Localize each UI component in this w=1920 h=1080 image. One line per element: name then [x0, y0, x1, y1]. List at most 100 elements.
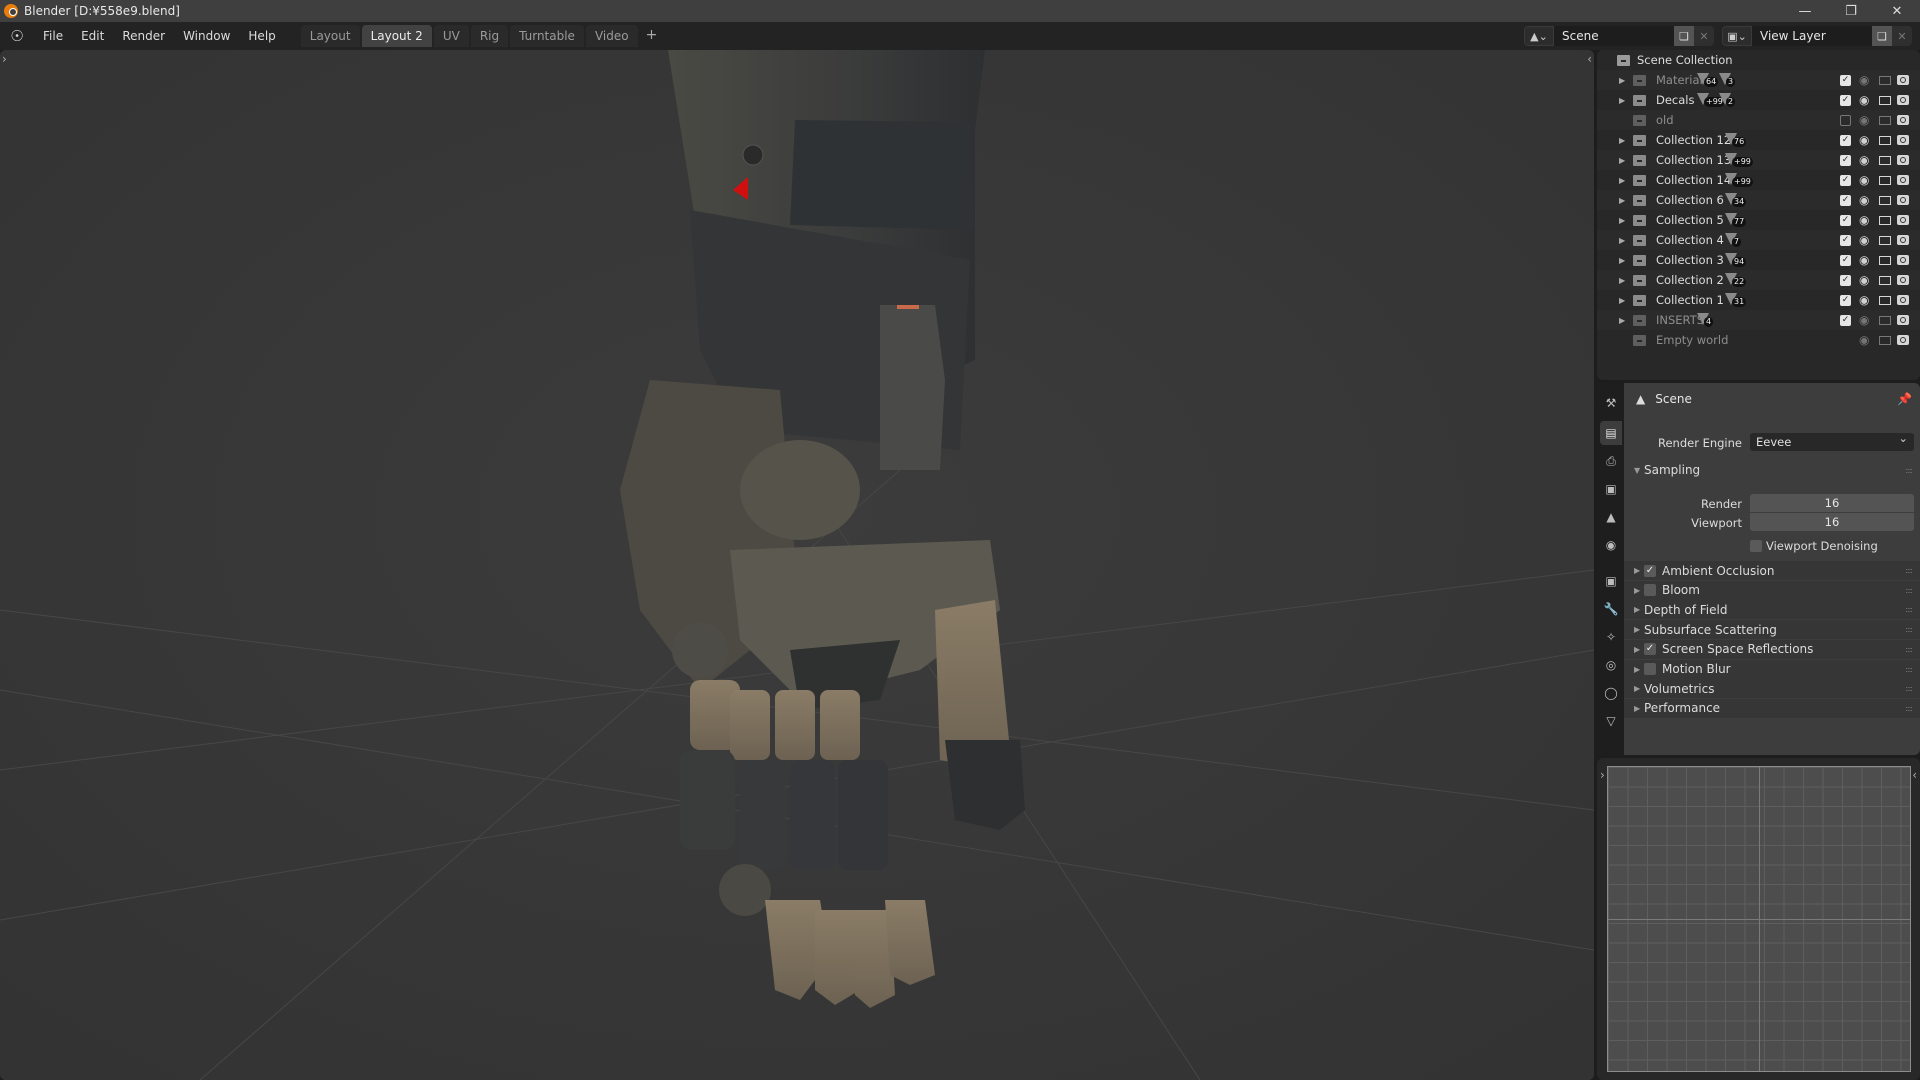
- tab-view-layer-icon[interactable]: ▣: [1600, 477, 1622, 501]
- exclude-checkbox[interactable]: ✓: [1840, 174, 1851, 186]
- render-engine-select[interactable]: Eevee: [1750, 431, 1914, 451]
- add-workspace-button[interactable]: +: [640, 25, 664, 47]
- expand-arrow-icon[interactable]: ▶: [1619, 76, 1625, 85]
- outliner-item[interactable]: ▶ Collection 14 +99 ✓ ◉: [1597, 170, 1920, 190]
- toolbar-toggle-icon[interactable]: ›: [1600, 768, 1605, 782]
- camera-icon[interactable]: [1897, 235, 1909, 245]
- monitor-icon[interactable]: [1879, 95, 1891, 105]
- outliner-item[interactable]: Empty world ◉: [1597, 330, 1920, 350]
- pin-icon[interactable]: 📌: [1897, 392, 1912, 406]
- view-layer-name-field[interactable]: View Layer: [1752, 26, 1872, 46]
- tab-modifiers-icon[interactable]: 🔧: [1600, 597, 1622, 621]
- camera-icon[interactable]: [1897, 175, 1909, 185]
- exclude-checkbox[interactable]: [1840, 114, 1851, 126]
- mesh-count-badge[interactable]: 22: [1725, 273, 1747, 287]
- exclude-checkbox[interactable]: ✓: [1840, 314, 1851, 326]
- outliner-item[interactable]: ▶ Material 64 3 ✓ ◉: [1597, 70, 1920, 90]
- menu-window[interactable]: Window: [174, 29, 239, 43]
- exclude-checkbox[interactable]: ✓: [1840, 194, 1851, 206]
- camera-icon[interactable]: [1897, 155, 1909, 165]
- menu-file[interactable]: File: [34, 29, 72, 43]
- sidebar-toggle-icon[interactable]: ‹: [1912, 768, 1917, 782]
- mesh-count-badge[interactable]: 77: [1725, 213, 1747, 227]
- delete-scene-button[interactable]: ✕: [1694, 26, 1714, 46]
- tab-layout-2[interactable]: Layout 2: [361, 25, 432, 47]
- eye-icon[interactable]: ◉: [1859, 113, 1869, 127]
- expand-arrow-icon[interactable]: ▶: [1619, 176, 1625, 185]
- scene-name-field[interactable]: Scene: [1554, 26, 1674, 46]
- eye-icon[interactable]: ◉: [1859, 153, 1869, 167]
- tab-scene-icon[interactable]: ▲: [1600, 505, 1622, 529]
- outliner-item[interactable]: ▶ Collection 4 7 ✓ ◉: [1597, 230, 1920, 250]
- monitor-icon[interactable]: [1879, 195, 1891, 205]
- monitor-icon[interactable]: [1879, 215, 1891, 225]
- exclude-checkbox[interactable]: ✓: [1840, 234, 1851, 246]
- drag-handle-icon[interactable]: ::::: [1905, 704, 1913, 713]
- 3d-viewport[interactable]: › ‹: [0, 50, 1594, 1080]
- expand-arrow-icon[interactable]: ▶: [1619, 216, 1625, 225]
- eye-icon[interactable]: ◉: [1859, 213, 1869, 227]
- eye-icon[interactable]: ◉: [1859, 293, 1869, 307]
- panel-volumetrics[interactable]: ▶ Volumetrics::::: [1624, 679, 1920, 699]
- menu-render[interactable]: Render: [113, 29, 174, 43]
- mesh-count-badge[interactable]: 3: [1719, 73, 1737, 87]
- eye-icon[interactable]: ◉: [1859, 273, 1869, 287]
- camera-icon[interactable]: [1897, 75, 1909, 85]
- mesh-count-badge[interactable]: +99: [1697, 93, 1725, 107]
- outliner-item[interactable]: ▶ Collection 2 22 ✓ ◉: [1597, 270, 1920, 290]
- monitor-icon[interactable]: [1879, 315, 1891, 325]
- exclude-checkbox[interactable]: ✓: [1840, 154, 1851, 166]
- mesh-count-badge[interactable]: 34: [1725, 193, 1747, 207]
- menu-edit[interactable]: Edit: [72, 29, 113, 43]
- uv-grid[interactable]: [1607, 766, 1911, 1072]
- eye-icon[interactable]: ◉: [1859, 313, 1869, 327]
- expand-arrow-icon[interactable]: ▶: [1619, 296, 1625, 305]
- image-editor[interactable]: › ‹: [1597, 758, 1920, 1080]
- monitor-icon[interactable]: [1879, 155, 1891, 165]
- exclude-checkbox[interactable]: ✓: [1840, 214, 1851, 226]
- mesh-count-badge[interactable]: 76: [1725, 133, 1747, 147]
- outliner-item[interactable]: old ◉: [1597, 110, 1920, 130]
- tab-particles-icon[interactable]: ✧: [1600, 625, 1622, 649]
- drag-handle-icon[interactable]: ::::: [1905, 586, 1913, 595]
- monitor-icon[interactable]: [1879, 175, 1891, 185]
- new-scene-button[interactable]: ❏: [1674, 26, 1694, 46]
- outliner-item[interactable]: ▶ Collection 3 94 ✓ ◉: [1597, 250, 1920, 270]
- panel-screen-space-reflections[interactable]: ▶ ✓ Screen Space Reflections::::: [1624, 639, 1920, 659]
- eye-icon[interactable]: ◉: [1859, 333, 1869, 347]
- monitor-icon[interactable]: [1879, 75, 1891, 85]
- eye-icon[interactable]: ◉: [1859, 193, 1869, 207]
- panel-ambient-occlusion[interactable]: ▶ ✓ Ambient Occlusion::::: [1624, 561, 1920, 580]
- panel-enable-checkbox[interactable]: [1644, 663, 1656, 675]
- expand-arrow-icon[interactable]: ▶: [1619, 236, 1625, 245]
- drag-handle-icon[interactable]: ::::: [1905, 566, 1913, 575]
- mesh-count-badge[interactable]: 4: [1697, 313, 1715, 327]
- panel-enable-checkbox[interactable]: [1644, 584, 1656, 597]
- tab-turntable[interactable]: Turntable: [510, 25, 584, 47]
- expand-arrow-icon[interactable]: ▶: [1619, 256, 1625, 265]
- mesh-count-badge[interactable]: 7: [1725, 233, 1743, 247]
- eye-icon[interactable]: ◉: [1859, 133, 1869, 147]
- panel-subsurface-scattering[interactable]: ▶ Subsurface Scattering::::: [1624, 620, 1920, 640]
- mesh-count-badge[interactable]: 2: [1719, 93, 1737, 107]
- toolbar-toggle-icon[interactable]: ›: [2, 52, 7, 66]
- panel-depth-of-field[interactable]: ▶ Depth of Field::::: [1624, 600, 1920, 620]
- tab-rig[interactable]: Rig: [470, 25, 509, 47]
- menu-help[interactable]: Help: [239, 29, 284, 43]
- render-samples-field[interactable]: 16: [1750, 494, 1914, 512]
- mesh-count-badge[interactable]: +99: [1725, 173, 1753, 187]
- blender-menu-icon[interactable]: ☉: [0, 22, 34, 50]
- drag-handle-icon[interactable]: ::::: [1905, 466, 1913, 475]
- exclude-checkbox[interactable]: ✓: [1840, 94, 1851, 106]
- camera-icon[interactable]: [1897, 115, 1909, 125]
- view-layer-icon[interactable]: ▣⌄: [1722, 26, 1752, 46]
- viewport-denoising-checkbox[interactable]: [1750, 540, 1762, 552]
- tab-layout[interactable]: Layout: [300, 25, 360, 47]
- mesh-count-badge[interactable]: +99: [1725, 153, 1753, 167]
- monitor-icon[interactable]: [1879, 255, 1891, 265]
- camera-icon[interactable]: [1897, 215, 1909, 225]
- monitor-icon[interactable]: [1879, 115, 1891, 125]
- mesh-count-badge[interactable]: 94: [1725, 253, 1747, 267]
- tab-render-icon[interactable]: ▤: [1600, 421, 1622, 445]
- eye-icon[interactable]: ◉: [1859, 233, 1869, 247]
